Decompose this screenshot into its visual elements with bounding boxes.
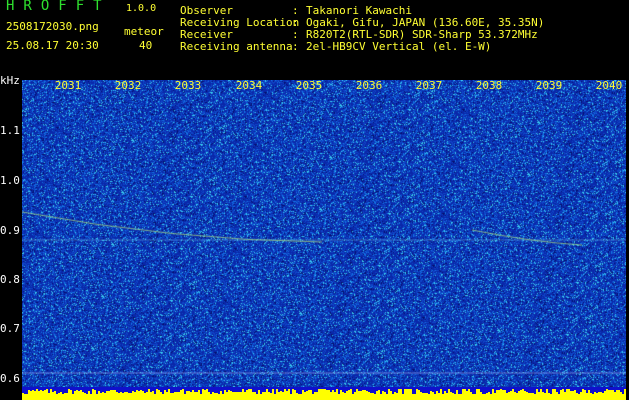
y-tick-1-0: 1.0 — [0, 174, 20, 187]
x-tick-2033: 2033 — [174, 79, 202, 92]
app-version: 1.0.0 — [126, 3, 157, 14]
y-tick-0-6: 0.6 — [0, 372, 20, 385]
x-tick-2040: 2040 — [595, 79, 623, 92]
y-tick-0-9: 0.9 — [0, 224, 20, 237]
meteor-count: 40 — [139, 39, 153, 52]
spectrogram — [22, 80, 626, 387]
app-name: HROFFT — [6, 0, 111, 14]
signal-level-bar — [22, 387, 626, 400]
x-tick-2036: 2036 — [355, 79, 383, 92]
meteor-label: meteor — [124, 25, 164, 38]
x-tick-2034: 2034 — [235, 79, 263, 92]
antenna-colon: : — [292, 40, 299, 53]
x-tick-2038: 2038 — [475, 79, 503, 92]
x-tick-2037: 2037 — [415, 79, 443, 92]
antenna-value: 2el-HB9CV Vertical (el. E-W) — [306, 40, 492, 53]
y-tick-0-8: 0.8 — [0, 273, 20, 286]
unit-label: kHz — [0, 74, 20, 87]
y-tick-0-7: 0.7 — [0, 322, 20, 335]
x-tick-2031: 2031 — [54, 79, 82, 92]
date-time: 25.08.17 20:30 — [6, 39, 99, 52]
x-tick-2039: 2039 — [535, 79, 563, 92]
file-name: 2508172030.png — [6, 20, 99, 33]
x-tick-2035: 2035 — [295, 79, 323, 92]
y-tick-1-1: 1.1 — [0, 124, 20, 137]
antenna-label: Receiving antenna — [180, 40, 293, 53]
x-tick-2032: 2032 — [114, 79, 142, 92]
